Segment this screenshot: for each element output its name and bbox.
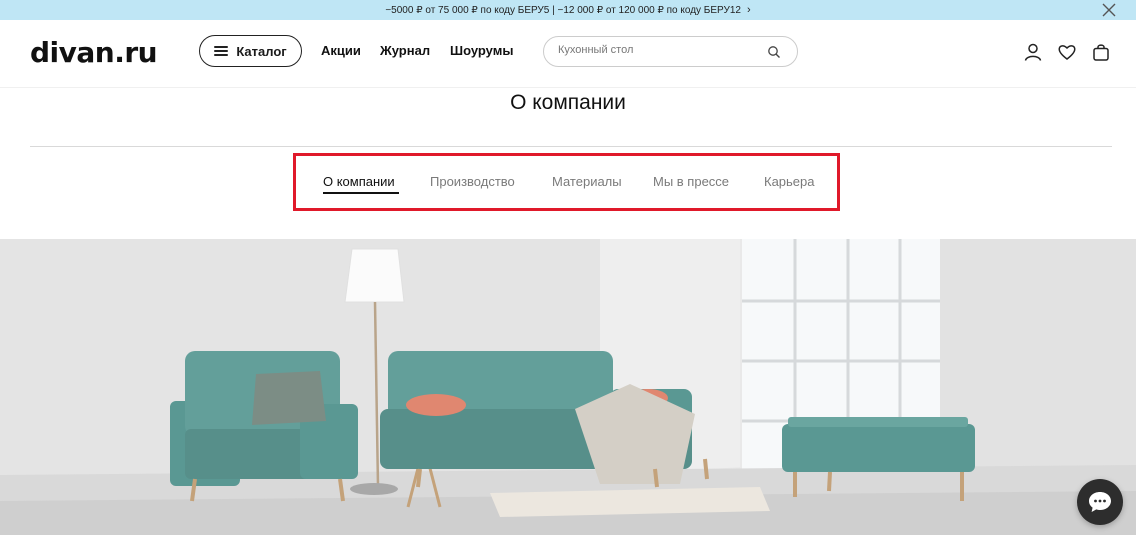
close-icon[interactable] — [1100, 1, 1118, 19]
search-icon[interactable] — [767, 45, 781, 59]
nav-promotions[interactable]: Акции — [321, 43, 361, 58]
chevron-right-icon[interactable]: › — [747, 4, 751, 16]
hero-image — [0, 239, 1136, 535]
site-header: divan.ru Каталог Акции Журнал Шоурумы — [0, 20, 1136, 88]
nav-showrooms[interactable]: Шоурумы — [450, 43, 513, 58]
chat-icon[interactable] — [1077, 479, 1123, 525]
heart-icon[interactable] — [1057, 42, 1077, 62]
catalog-button[interactable]: Каталог — [199, 35, 302, 67]
search-input[interactable] — [558, 44, 758, 56]
tab-career[interactable]: Карьера — [764, 174, 815, 189]
tab-materials[interactable]: Материалы — [552, 174, 622, 189]
tab-about[interactable]: О компании — [323, 174, 395, 189]
promo-text[interactable]: −5000 ₽ от 75 000 ₽ по коду БЕРУ5 | −12 … — [385, 5, 741, 16]
tab-production[interactable]: Производство — [430, 174, 515, 189]
divider — [30, 146, 1112, 147]
logo[interactable]: divan.ru — [30, 36, 158, 69]
user-icon[interactable] — [1023, 42, 1043, 62]
search-box — [543, 36, 798, 67]
tab-press[interactable]: Мы в прессе — [653, 174, 729, 189]
catalog-label: Каталог — [236, 43, 287, 59]
menu-icon — [214, 46, 229, 56]
active-tab-underline — [323, 192, 399, 194]
nav-journal[interactable]: Журнал — [380, 43, 430, 58]
page-title: О компании — [510, 91, 626, 114]
cart-icon[interactable] — [1091, 42, 1111, 62]
promo-bar[interactable]: −5000 ₽ от 75 000 ₽ по коду БЕРУ5 | −12 … — [0, 0, 1136, 20]
